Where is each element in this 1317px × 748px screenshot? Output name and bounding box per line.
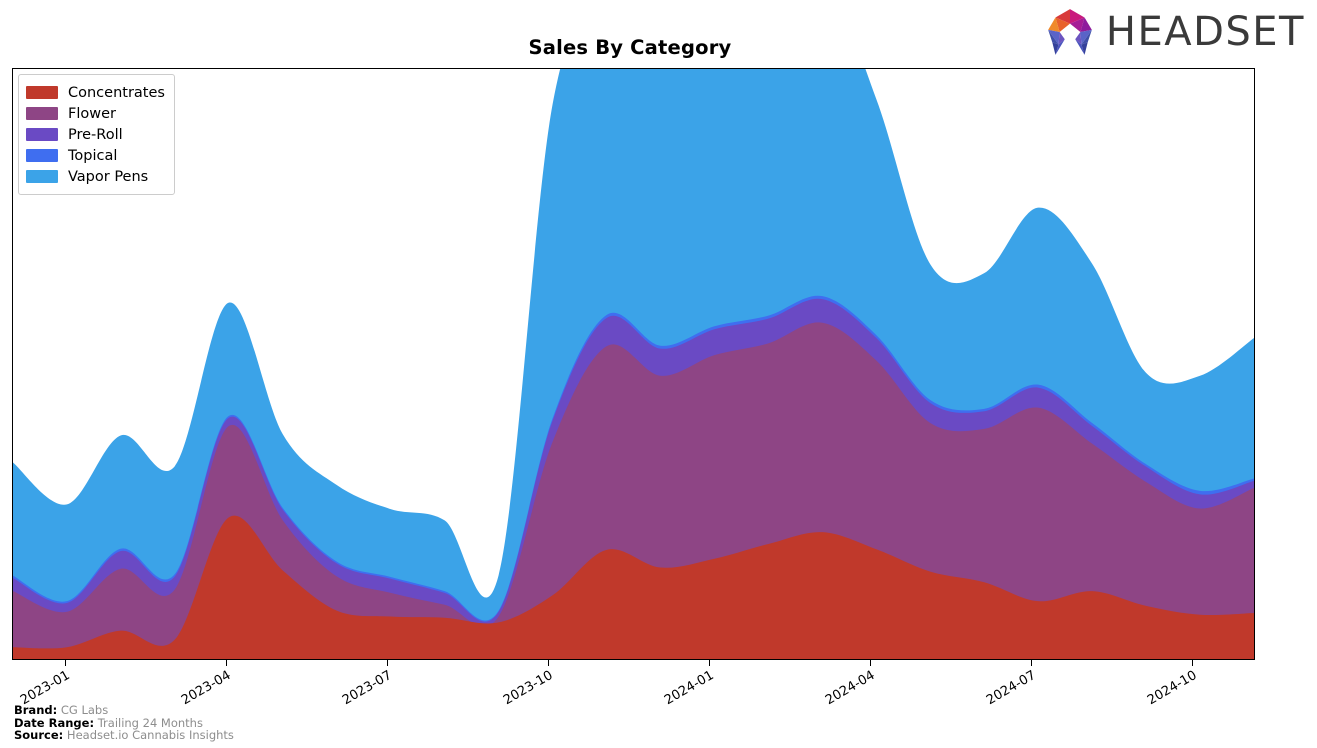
legend-swatch-vapor-pens [26,170,58,183]
x-tick-mark [870,660,871,666]
footnote-source: Source: Headset.io Cannabis Insights [14,729,234,742]
footnote-source-value: Headset.io Cannabis Insights [66,728,234,742]
x-tick-mark [65,660,66,666]
x-tick-mark [548,660,549,666]
headset-logo-wordmark: HEADSET [1105,9,1305,55]
x-tick-label: 2024-07 [983,668,1039,709]
legend-swatch-flower [26,107,58,120]
x-tick-label: 2023-10 [500,668,556,709]
legend-label-concentrates: Concentrates [68,84,165,101]
x-tick-mark [1031,660,1032,666]
legend-label-flower: Flower [68,105,116,122]
headset-brand-logo: HEADSET [1044,8,1305,56]
x-tick-mark [226,660,227,666]
x-tick-label: 2024-10 [1144,668,1200,709]
legend-label-topical: Topical [68,147,118,164]
legend-item-concentrates[interactable]: Concentrates [26,82,165,103]
legend-swatch-concentrates [26,86,58,99]
legend-swatch-pre-roll [26,128,58,141]
legend-item-flower[interactable]: Flower [26,103,165,124]
chart-legend: Concentrates Flower Pre-Roll Topical Vap… [18,74,175,195]
area-series-group [13,69,1254,659]
legend-item-vapor-pens[interactable]: Vapor Pens [26,166,165,187]
legend-swatch-topical [26,149,58,162]
legend-label-vapor-pens: Vapor Pens [68,168,149,185]
x-tick-mark [387,660,388,666]
x-tick-mark [709,660,710,666]
plot-area [12,68,1255,660]
stacked-area-chart [13,69,1254,659]
x-tick-label: 2024-04 [822,668,878,709]
legend-item-pre-roll[interactable]: Pre-Roll [26,124,165,145]
x-tick-mark [1192,660,1193,666]
headset-logo-icon [1048,9,1092,55]
chart-footnotes: Brand: CG Labs Date Range: Trailing 24 M… [14,704,234,742]
chart-screenshot: Sales By Category HEADSET Concentrates F… [0,0,1317,748]
x-tick-label: 2024-01 [661,668,717,709]
x-tick-label: 2023-07 [339,668,395,709]
legend-item-topical[interactable]: Topical [26,145,165,166]
footnote-source-key: Source: [14,728,64,742]
legend-label-pre-roll: Pre-Roll [68,126,123,143]
